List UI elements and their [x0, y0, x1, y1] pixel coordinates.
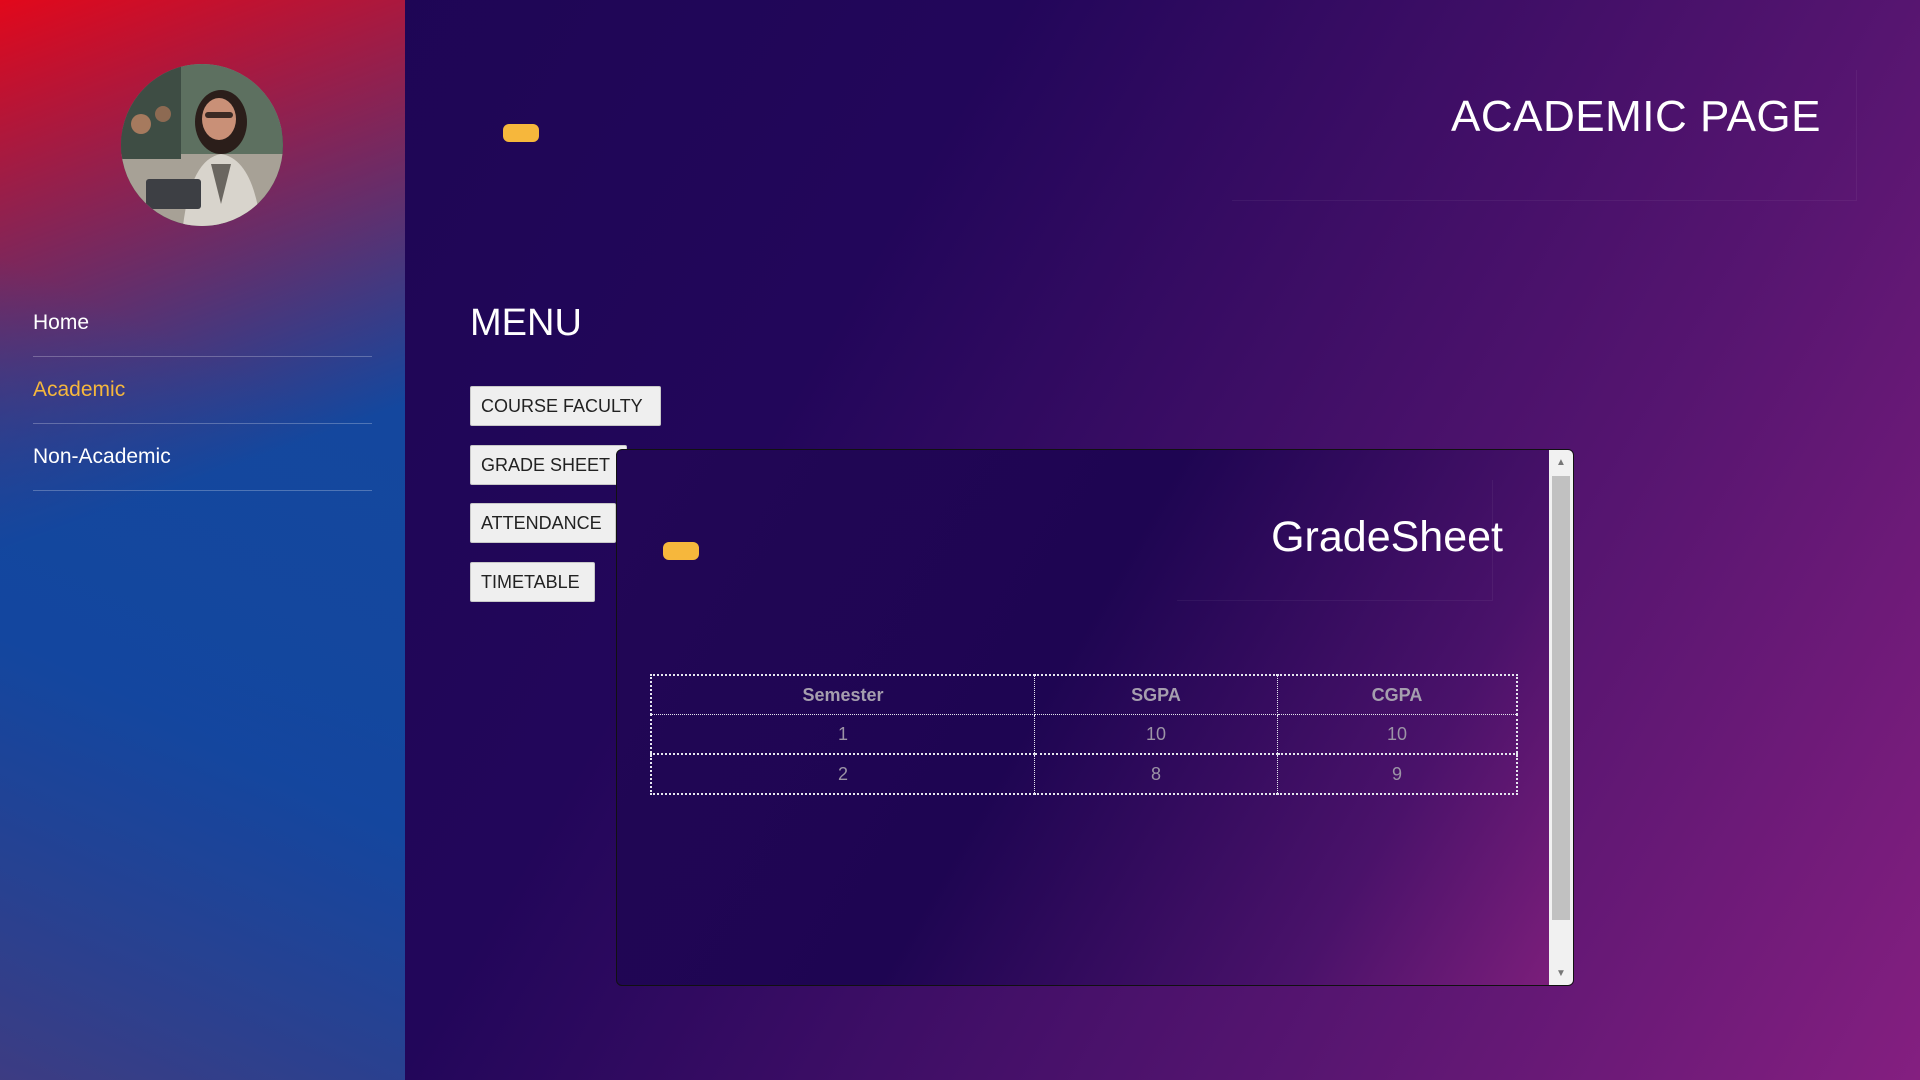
grade-sheet-button[interactable]: GRADE SHEET — [470, 445, 627, 485]
scroll-down-arrow-icon[interactable]: ▼ — [1549, 963, 1573, 983]
popup-accent-pill — [663, 542, 699, 560]
column-header-sgpa: SGPA — [1034, 674, 1278, 715]
table-header-row: Semester SGPA CGPA — [650, 674, 1518, 715]
cell-sgpa: 8 — [1034, 753, 1278, 795]
grade-table: Semester SGPA CGPA 1 10 10 2 8 9 — [650, 674, 1518, 795]
sidebar-item-home[interactable]: Home — [33, 290, 372, 357]
sidebar-item-label: Academic — [33, 378, 126, 401]
popup-scrollbar[interactable]: ▲ ▼ — [1549, 450, 1573, 985]
gradesheet-popup: GradeSheet Semester SGPA CGPA 1 10 10 2 … — [616, 449, 1574, 986]
scroll-up-arrow-icon[interactable]: ▲ — [1549, 452, 1573, 472]
scrollbar-thumb[interactable] — [1552, 476, 1570, 920]
sidebar-item-non-academic[interactable]: Non-Academic — [33, 424, 372, 491]
sidebar-item-label: Non-Academic — [33, 445, 171, 468]
cell-cgpa: 9 — [1277, 753, 1518, 795]
course-faculty-button[interactable]: COURSE FACULTY — [470, 386, 661, 426]
column-header-cgpa: CGPA — [1277, 674, 1518, 715]
popup-title: GradeSheet — [1271, 513, 1503, 561]
avatar-photo — [121, 64, 283, 226]
avatar — [121, 64, 283, 226]
cell-sgpa: 10 — [1034, 714, 1278, 755]
menu-title: MENU — [470, 302, 582, 344]
timetable-button[interactable]: TIMETABLE — [470, 562, 595, 602]
cell-semester: 2 — [650, 753, 1035, 795]
cell-cgpa: 10 — [1277, 714, 1518, 755]
table-row: 1 10 10 — [650, 714, 1518, 755]
page-title: ACADEMIC PAGE — [1451, 92, 1821, 141]
table-row: 2 8 9 — [650, 753, 1518, 795]
sidebar-nav: Home Academic Non-Academic — [33, 290, 372, 491]
column-header-semester: Semester — [650, 674, 1035, 715]
sidebar-item-label: Home — [33, 311, 90, 334]
sidebar-item-academic[interactable]: Academic — [33, 357, 372, 424]
cell-semester: 1 — [650, 714, 1035, 755]
sidebar: Home Academic Non-Academic — [0, 0, 405, 1080]
attendance-button[interactable]: ATTENDANCE — [470, 503, 616, 543]
accent-pill — [503, 124, 539, 142]
